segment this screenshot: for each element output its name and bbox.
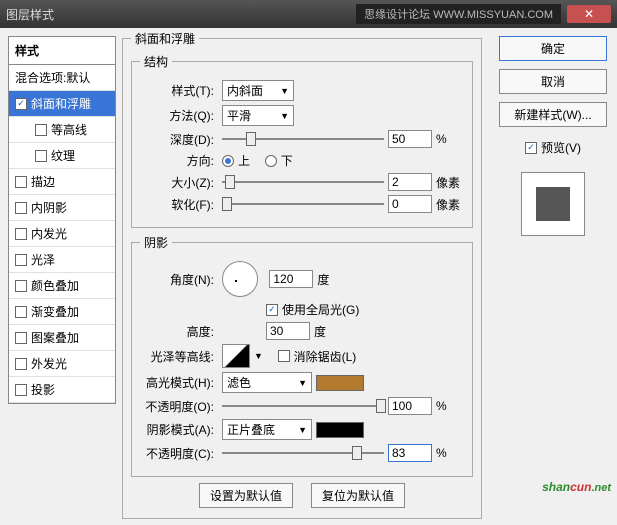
close-icon[interactable]: ✕ [567, 5, 611, 23]
sidebar-item-patternoverlay[interactable]: 图案叠加 [9, 325, 115, 351]
method-select[interactable]: 平滑▼ [222, 105, 294, 126]
radio-up[interactable] [222, 155, 234, 167]
radio-down[interactable] [265, 155, 277, 167]
structure-legend: 结构 [140, 53, 172, 70]
size-input[interactable]: 2 [388, 173, 432, 191]
sidebar-item-contour[interactable]: 等高线 [9, 117, 115, 143]
checkbox-icon[interactable] [35, 150, 47, 162]
altitude-label: 高度: [140, 323, 218, 340]
style-label: 样式(T): [140, 82, 218, 99]
preview-box [521, 172, 585, 236]
reset-default-button[interactable]: 复位为默认值 [311, 483, 405, 508]
unit: 度 [314, 323, 342, 340]
checkbox-icon[interactable] [15, 254, 27, 266]
checkbox-icon[interactable] [35, 124, 47, 136]
preview-checkbox[interactable] [525, 142, 537, 154]
depth-label: 深度(D): [140, 131, 218, 148]
unit: % [436, 446, 464, 460]
chevron-down-icon[interactable]: ▼ [254, 351, 263, 361]
shadow-opacity-input[interactable]: 83 [388, 444, 432, 462]
soften-input[interactable]: 0 [388, 195, 432, 213]
size-label: 大小(Z): [140, 174, 218, 191]
shadow-opacity-label: 不透明度(C): [140, 445, 218, 462]
cancel-button[interactable]: 取消 [499, 69, 607, 94]
sidebar-item-gradientoverlay[interactable]: 渐变叠加 [9, 299, 115, 325]
checkbox-icon[interactable] [15, 306, 27, 318]
soften-label: 软化(F): [140, 196, 218, 213]
structure-group: 结构 样式(T):内斜面▼ 方法(Q):平滑▼ 深度(D): 50% 方向: 上 下… [131, 53, 473, 228]
angle-label: 角度(N): [140, 271, 218, 288]
ok-button[interactable]: 确定 [499, 36, 607, 61]
sidebar-item-stroke[interactable]: 描边 [9, 169, 115, 195]
new-style-button[interactable]: 新建样式(W)... [499, 102, 607, 127]
direction-label: 方向: [140, 152, 218, 169]
checkbox-icon[interactable] [15, 202, 27, 214]
watermark: shancun.net [542, 474, 611, 497]
sidebar-item-satin[interactable]: 光泽 [9, 247, 115, 273]
highlight-opacity-label: 不透明度(O): [140, 398, 218, 415]
chevron-down-icon: ▼ [280, 86, 289, 96]
preview-label: 预览(V) [541, 139, 581, 156]
down-label: 下 [281, 152, 293, 169]
chevron-down-icon: ▼ [298, 378, 307, 388]
style-select[interactable]: 内斜面▼ [222, 80, 294, 101]
size-slider[interactable] [222, 175, 384, 189]
blend-options[interactable]: 混合选项:默认 [9, 65, 115, 91]
checkbox-icon[interactable] [15, 358, 27, 370]
checkbox-icon[interactable] [15, 384, 27, 396]
unit: % [436, 399, 464, 413]
highlight-mode-label: 高光模式(H): [140, 374, 218, 391]
shadow-mode-label: 阴影模式(A): [140, 421, 218, 438]
unit: % [436, 132, 464, 146]
checkbox-icon[interactable] [15, 280, 27, 292]
sidebar-item-outerglow[interactable]: 外发光 [9, 351, 115, 377]
highlight-opacity-input[interactable]: 100 [388, 397, 432, 415]
sidebar-item-texture[interactable]: 纹理 [9, 143, 115, 169]
global-light-label: 使用全局光(G) [282, 301, 359, 318]
window-title: 图层样式 [6, 6, 356, 23]
antialias-label: 消除锯齿(L) [294, 348, 357, 365]
global-light-checkbox[interactable] [266, 304, 278, 316]
bevel-group: 斜面和浮雕 结构 样式(T):内斜面▼ 方法(Q):平滑▼ 深度(D): 50% … [122, 30, 482, 519]
unit: 像素 [436, 174, 464, 191]
depth-input[interactable]: 50 [388, 130, 432, 148]
up-label: 上 [238, 152, 250, 169]
sidebar-item-innershadow[interactable]: 内阴影 [9, 195, 115, 221]
shading-group: 阴影 角度(N): 120度 使用全局光(G) 高度:30度 光泽等高线:▼ 消… [131, 234, 473, 477]
depth-slider[interactable] [222, 132, 384, 146]
shadow-color-swatch[interactable] [316, 422, 364, 438]
checkbox-icon[interactable] [15, 332, 27, 344]
checkbox-icon[interactable] [15, 98, 27, 110]
sidebar-item-bevel[interactable]: 斜面和浮雕 [9, 91, 115, 117]
checkbox-icon[interactable] [15, 176, 27, 188]
set-default-button[interactable]: 设置为默认值 [199, 483, 293, 508]
shadow-opacity-slider[interactable] [222, 446, 384, 460]
method-label: 方法(Q): [140, 107, 218, 124]
highlight-color-swatch[interactable] [316, 375, 364, 391]
shadow-mode-select[interactable]: 正片叠底▼ [222, 419, 312, 440]
chevron-down-icon: ▼ [298, 425, 307, 435]
unit: 度 [317, 271, 345, 288]
unit: 像素 [436, 196, 464, 213]
bevel-legend: 斜面和浮雕 [131, 30, 199, 47]
sidebar-item-innerglow[interactable]: 内发光 [9, 221, 115, 247]
checkbox-icon[interactable] [15, 228, 27, 240]
style-list: 混合选项:默认 斜面和浮雕 等高线 纹理 描边 内阴影 内发光 光泽 颜色叠加 … [8, 65, 116, 404]
gloss-label: 光泽等高线: [140, 348, 218, 365]
highlight-opacity-slider[interactable] [222, 399, 384, 413]
antialias-checkbox[interactable] [278, 350, 290, 362]
sidebar-item-dropshadow[interactable]: 投影 [9, 377, 115, 403]
highlight-mode-select[interactable]: 滤色▼ [222, 372, 312, 393]
chevron-down-icon: ▼ [280, 111, 289, 121]
altitude-input[interactable]: 30 [266, 322, 310, 340]
sidebar-item-coloroverlay[interactable]: 颜色叠加 [9, 273, 115, 299]
gloss-contour[interactable] [222, 344, 250, 368]
angle-dial[interactable] [222, 261, 258, 297]
styles-header: 样式 [8, 36, 116, 65]
preview-swatch [536, 187, 570, 221]
banner: 思缘设计论坛 WWW.MISSYUAN.COM [356, 4, 561, 24]
shading-legend: 阴影 [140, 234, 172, 251]
soften-slider[interactable] [222, 197, 384, 211]
angle-input[interactable]: 120 [269, 270, 313, 288]
